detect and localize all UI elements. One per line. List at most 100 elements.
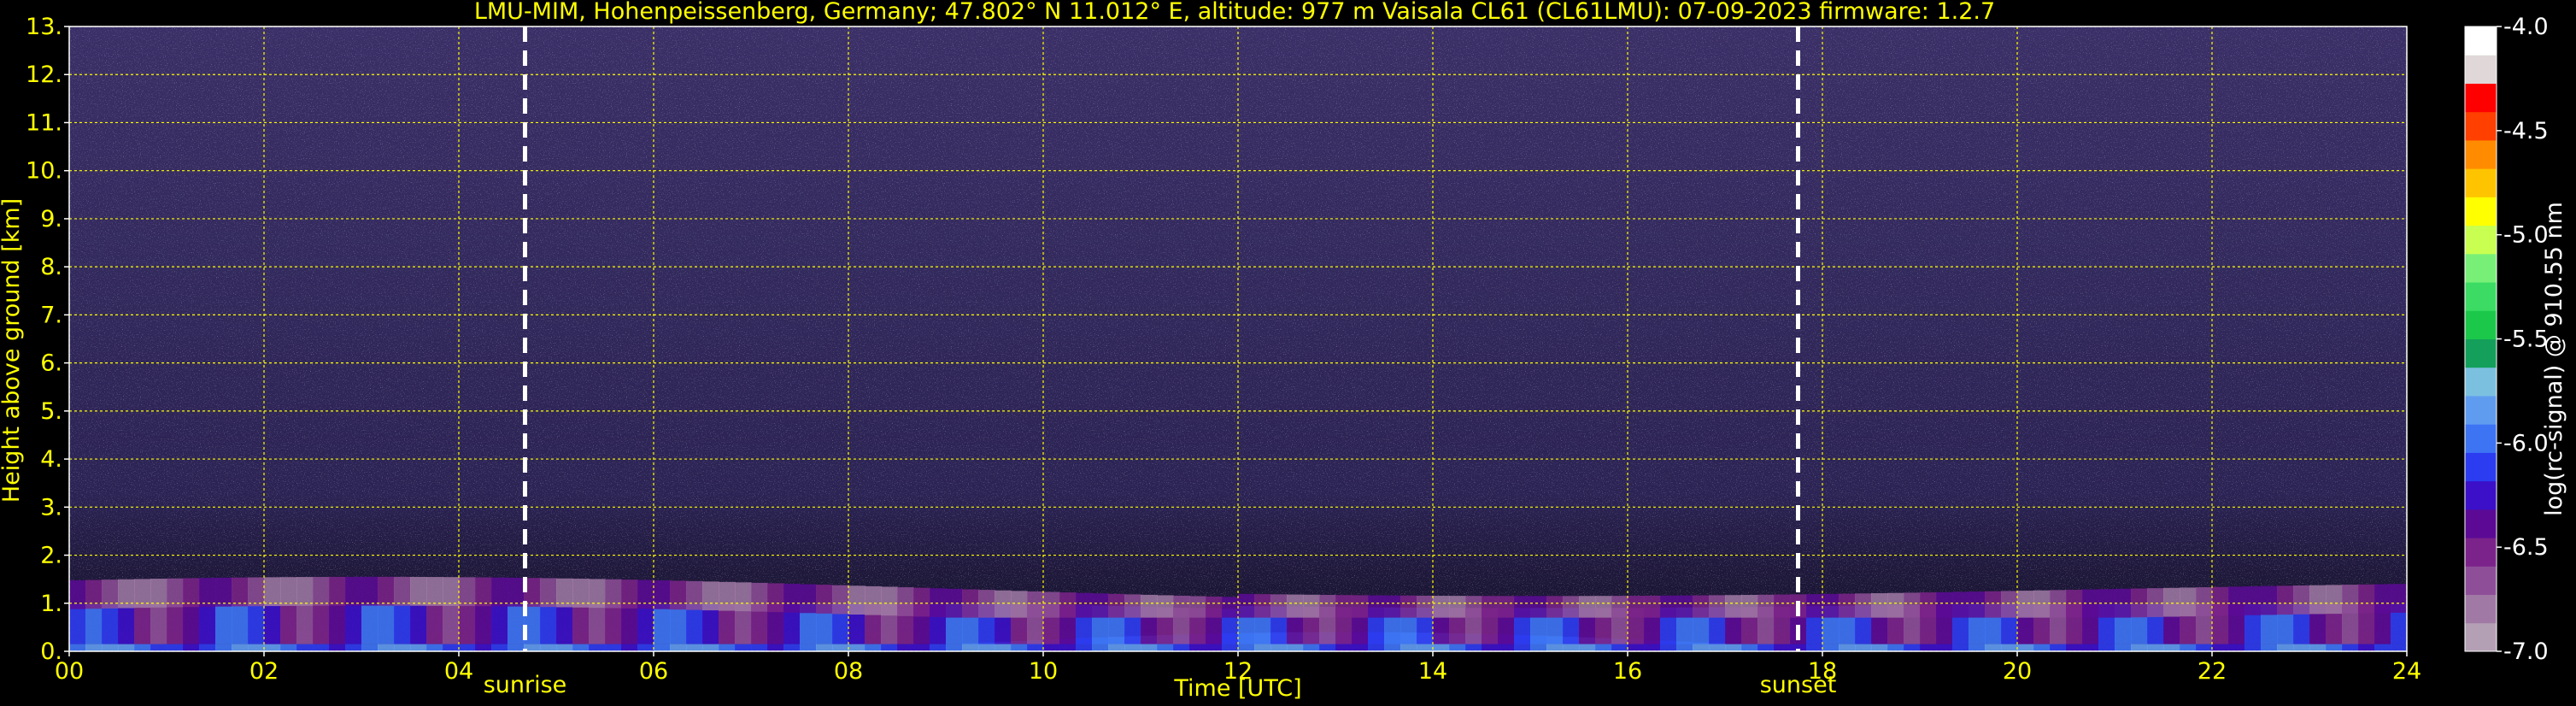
layer-cell-layer-top: [329, 576, 346, 606]
layer-cell-surface: [1920, 644, 1937, 651]
layer-cell-layer-top: [1757, 594, 1775, 618]
layer-cell-layer-top: [702, 581, 719, 611]
layer-cell-surface: [621, 644, 638, 651]
colorbar-tick-label: -4.5: [2503, 118, 2549, 144]
layer-cell-boundary-layer: [313, 603, 330, 644]
layer-cell-layer-top: [1352, 595, 1369, 618]
layer-cell-layer-top: [361, 576, 378, 606]
layer-cell-layer-top: [897, 587, 914, 616]
colorbar-segment: [2465, 452, 2497, 482]
layer-cell-boundary-layer: [459, 603, 476, 644]
layer-cell-surface: [426, 644, 443, 651]
layer-cell-layer-top: [2309, 585, 2327, 615]
layer-cell-surface: [2066, 644, 2083, 651]
layer-cell-layer-top: [1384, 595, 1401, 618]
layer-cell-surface: [1985, 644, 2002, 651]
layer-cell-layer-top: [1124, 594, 1141, 618]
layer-cell-layer-top: [85, 580, 103, 609]
layer-cell-layer-top: [248, 577, 265, 607]
layer-cell-surface: [897, 644, 914, 651]
layer-cell-layer-top: [1904, 592, 1921, 618]
layer-cell-layer-top: [1482, 596, 1499, 618]
layer-cell-surface: [605, 644, 622, 651]
y-tick-label: 8.: [40, 254, 62, 280]
layer-cell-layer-top: [735, 582, 752, 612]
layer-cell-layer-top: [1400, 595, 1417, 618]
layer-cell-boundary-layer: [118, 603, 135, 644]
layer-cell-surface: [459, 644, 476, 651]
layer-cell-layer-top: [1546, 596, 1564, 618]
layer-cell-layer-top: [995, 590, 1012, 618]
y-tick-label: 10.: [26, 158, 62, 185]
layer-cell-layer-top: [410, 576, 427, 606]
layer-cell-surface: [410, 644, 427, 651]
y-tick-label: 0.: [40, 638, 62, 665]
layer-cell-layer-top: [1887, 592, 1904, 618]
colorbar-segment: [2465, 197, 2497, 227]
layer-cell-layer-top: [232, 577, 249, 607]
layer-cell-layer-top: [1368, 595, 1385, 618]
layer-cell-surface: [475, 644, 492, 651]
layer-cell-boundary-layer: [540, 603, 557, 644]
layer-cell-surface: [1952, 644, 1969, 651]
layer-cell-layer-top: [637, 580, 654, 609]
layer-cell-surface: [2050, 644, 2067, 651]
layer-cell-layer-top: [1709, 595, 1726, 618]
layer-cell-surface: [2001, 644, 2018, 651]
layer-cell-layer-top: [2326, 585, 2343, 615]
layer-cell-layer-top: [540, 578, 557, 608]
colorbar-segment: [2465, 168, 2497, 197]
layer-cell-layer-top: [978, 590, 995, 618]
sunset-label: sunset: [1760, 672, 1837, 698]
layer-cell-surface: [686, 644, 703, 651]
layer-cell-layer-top: [1043, 591, 1060, 618]
layer-cell-layer-top: [2033, 590, 2051, 618]
layer-cell-surface: [1806, 644, 1823, 651]
layer-cell-layer-top: [1319, 595, 1336, 618]
layer-cell-surface: [2163, 644, 2180, 651]
layer-cell-boundary-layer: [378, 603, 395, 644]
layer-cell-surface: [329, 644, 346, 651]
layer-cell-boundary-layer: [345, 603, 362, 644]
layer-cell-surface: [1741, 644, 1758, 651]
layer-cell-layer-top: [2147, 588, 2164, 617]
layer-cell-layer-top: [378, 576, 395, 606]
colorbar-segment: [2465, 594, 2497, 624]
layer-cell-surface: [2033, 644, 2051, 651]
layer-cell-layer-top: [962, 589, 979, 618]
layer-cell-layer-top: [1076, 592, 1093, 618]
layer-cell-boundary-layer: [556, 603, 573, 644]
layer-cell-layer-top: [508, 577, 525, 607]
layer-cell-layer-top: [1027, 591, 1044, 618]
layer-cell-surface: [1936, 644, 1953, 651]
layer-cell-surface: [1969, 644, 1986, 651]
y-tick-label: 2.: [40, 543, 62, 569]
layer-cell-layer-top: [1644, 595, 1661, 618]
layer-cell-layer-top: [1157, 595, 1174, 618]
layer-cell-boundary-layer: [134, 603, 151, 644]
layer-cell-surface: [2131, 644, 2148, 651]
layer-cell-layer-top: [848, 585, 866, 615]
layer-cell-boundary-layer: [621, 603, 638, 644]
y-tick-label: 13.: [26, 14, 62, 40]
colorbar-segment: [2465, 225, 2497, 255]
layer-cell-layer-top: [1822, 593, 1840, 618]
layer-cell-surface: [2277, 644, 2294, 651]
layer-cell-boundary-layer: [491, 603, 508, 644]
layer-cell-layer-top: [1141, 594, 1158, 618]
layer-cell-layer-top: [1725, 595, 1742, 618]
layer-cell-layer-top: [816, 585, 833, 614]
layer-cell-surface: [2342, 644, 2359, 651]
layer-cell-surface: [832, 644, 849, 651]
colorbar-segment: [2465, 83, 2497, 113]
layer-cell-layer-top: [296, 577, 314, 606]
layer-cell-surface: [702, 644, 719, 651]
layer-cell-layer-top: [2001, 591, 2018, 618]
layer-cell-surface: [2115, 644, 2132, 651]
colorbar-segment: [2465, 622, 2497, 652]
layer-cell-surface: [2147, 644, 2164, 651]
layer-cell-surface: [816, 644, 833, 651]
layer-cell-layer-top: [572, 579, 590, 608]
layer-cell-surface: [800, 644, 817, 651]
layer-cell-layer-top: [1222, 597, 1239, 618]
